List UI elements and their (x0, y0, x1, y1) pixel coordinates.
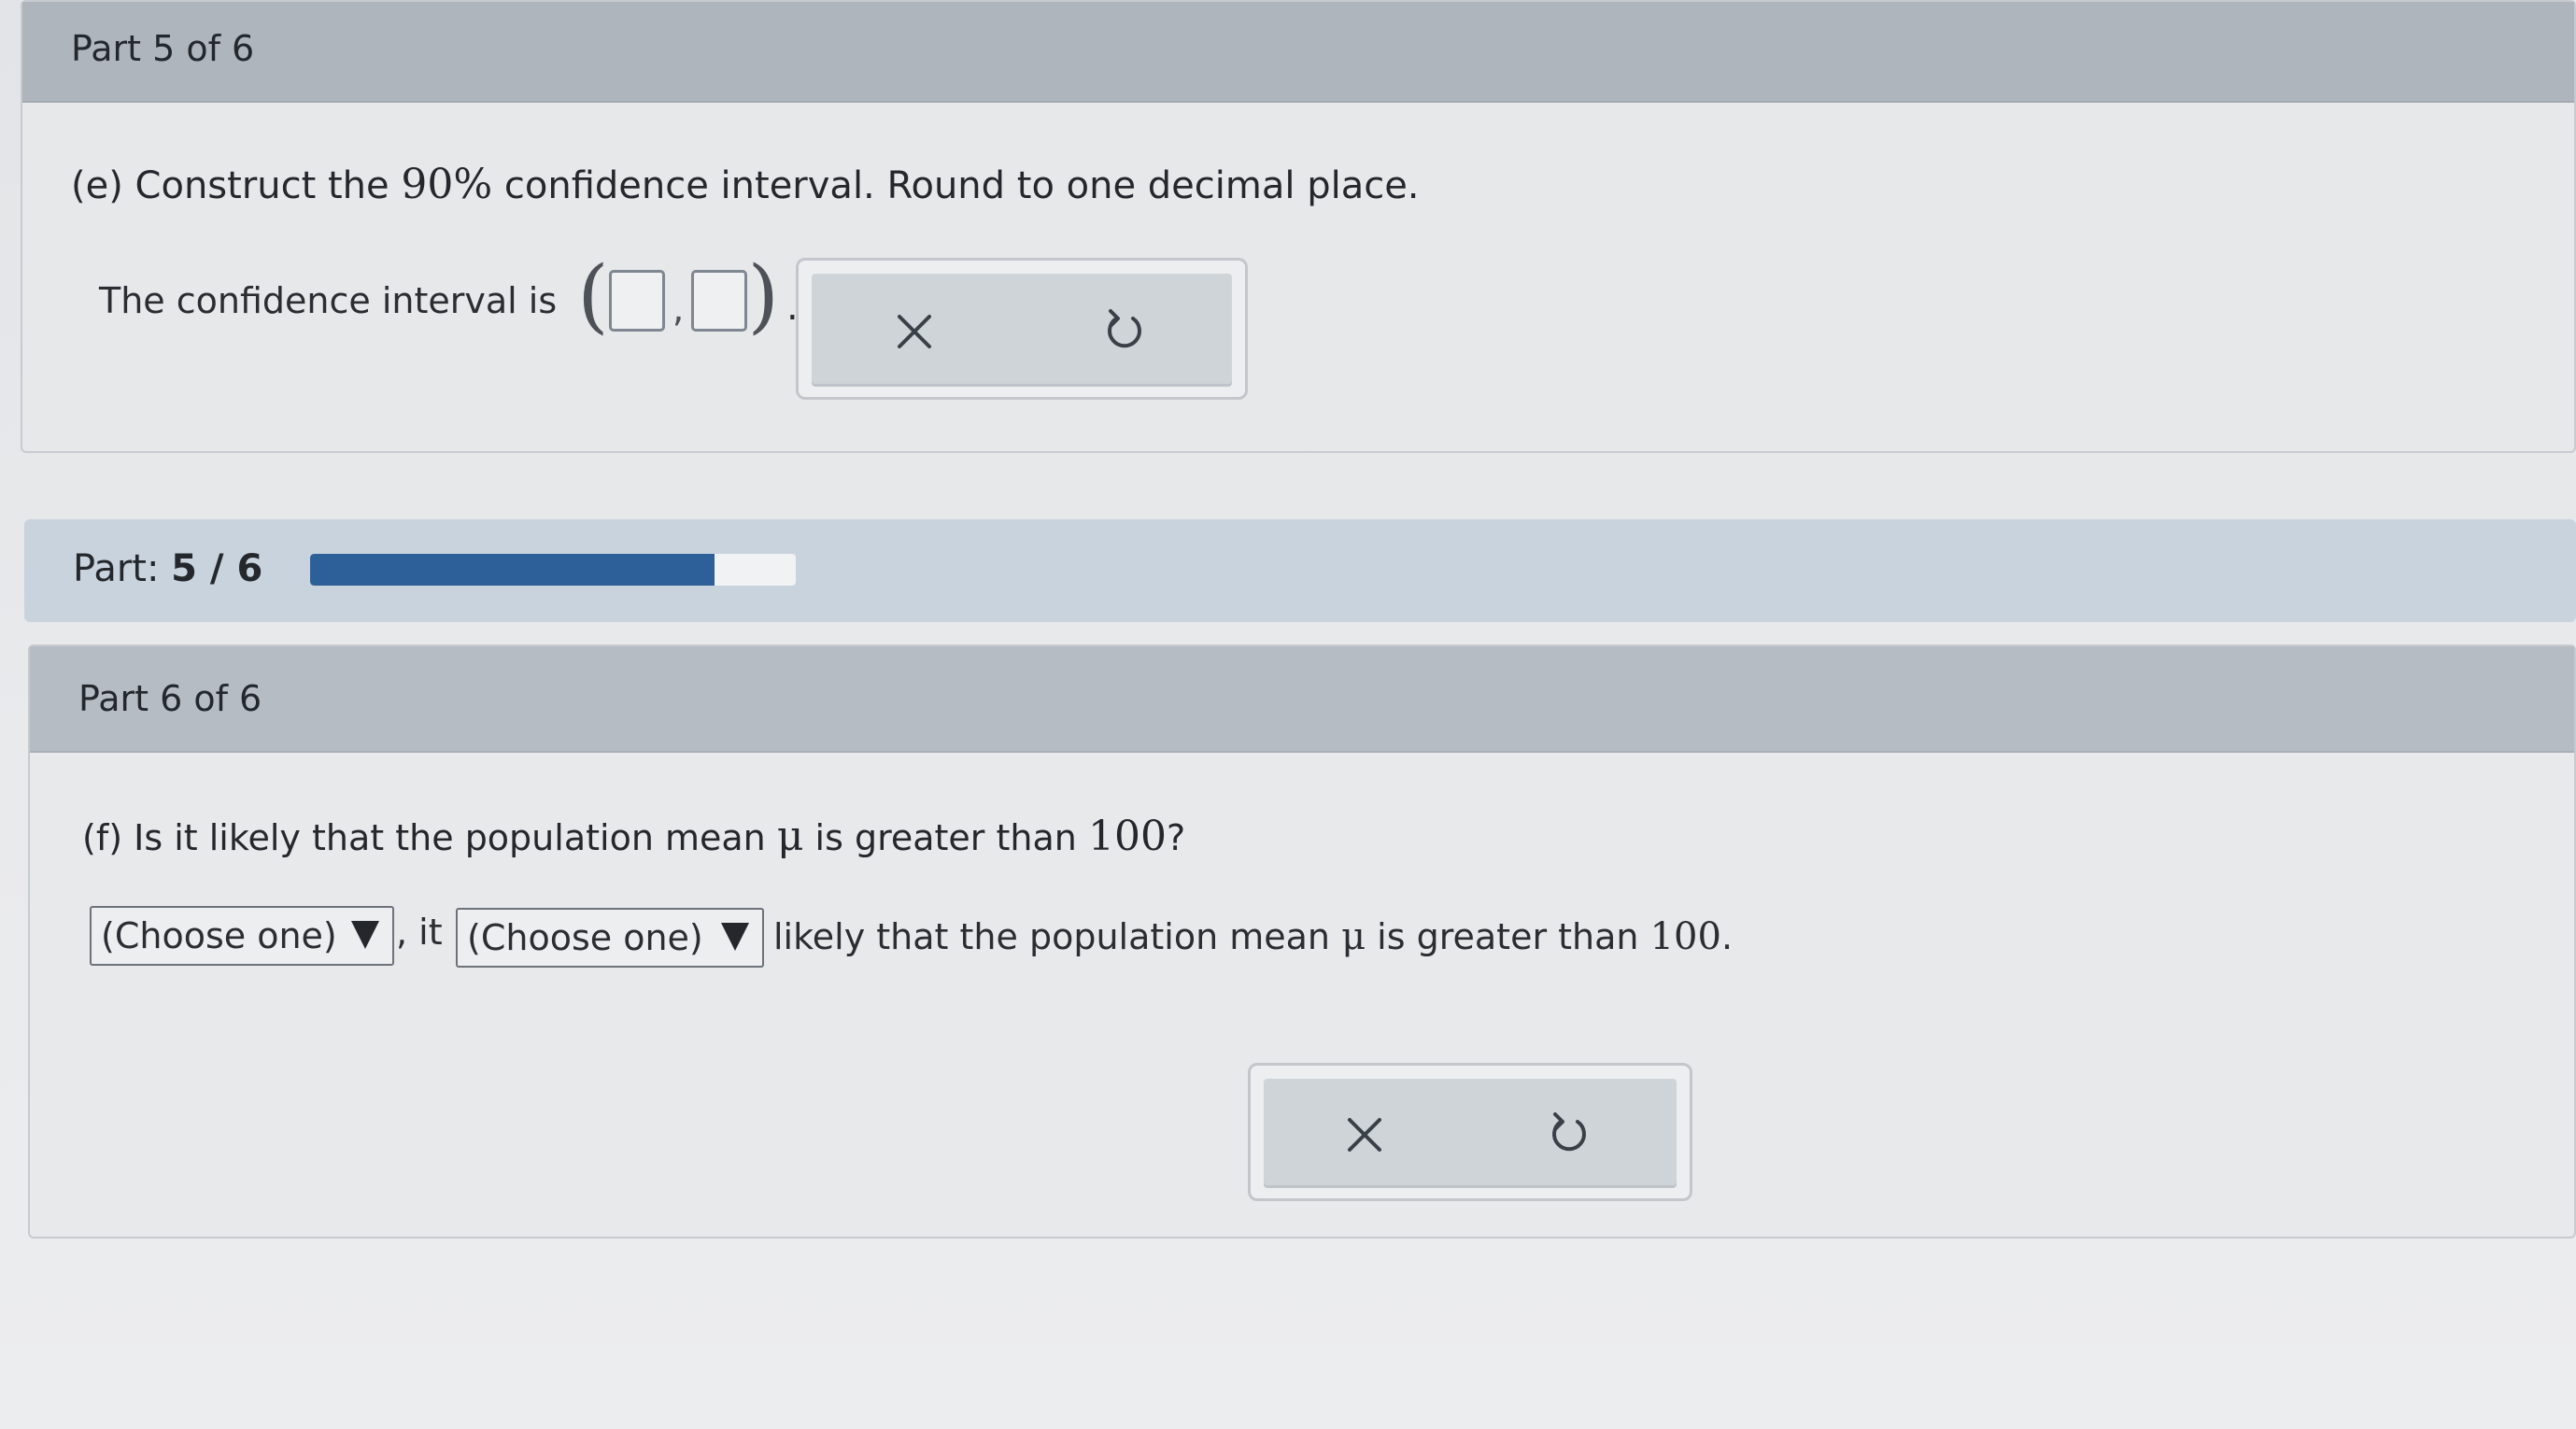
part6-question: (f) Is it likely that the population mea… (82, 813, 1185, 860)
part6-title: Part 6 of 6 (78, 678, 262, 719)
conclusion-mu: μ (1341, 915, 1366, 958)
connector-text: , it (396, 912, 443, 953)
progress-band: Part: 5 / 6 (24, 519, 2576, 622)
open-paren: ( (577, 249, 609, 343)
confidence-interval-label: The confidence interval is (99, 280, 558, 321)
progress-bar (310, 554, 796, 586)
likelihood-select-1-value: (Choose one) (101, 915, 337, 956)
part6-header: Part 6 of 6 (30, 646, 2574, 753)
likelihood-select-1[interactable]: (Choose one) (90, 906, 394, 966)
part5-action-panel (796, 258, 1248, 400)
progress-label: Part: 5 / 6 (73, 547, 262, 590)
likelihood-select-2-value: (Choose one) (467, 917, 703, 958)
part5-question-prefix: (e) Construct the (71, 164, 402, 207)
part5-question-percent: 90% (401, 161, 493, 208)
part5-card: Part 5 of 6 (e) Construct the 90% confid… (21, 0, 2576, 453)
part6-question-middle: is greater than (803, 817, 1088, 858)
close-icon (898, 315, 931, 348)
close-paren: ) (747, 249, 780, 343)
conclusion-number: 100 (1649, 915, 1721, 958)
conclusion-sentence: likely that the population mean μ is gre… (773, 915, 1733, 958)
likelihood-select-2[interactable]: (Choose one) (456, 908, 764, 968)
progress-value: 5 / 6 (171, 547, 263, 590)
clear-answer-button[interactable] (888, 305, 941, 358)
clear-answer-button[interactable] (1338, 1109, 1391, 1161)
part5-question: (e) Construct the 90% confidence interva… (71, 161, 1420, 208)
undo-button[interactable] (1544, 1109, 1596, 1161)
undo-icon (1552, 1112, 1586, 1152)
conclusion-suffix: . (1720, 916, 1734, 957)
part6-question-suffix: ? (1166, 817, 1186, 858)
part6-question-mu: μ (776, 813, 804, 860)
part6-question-prefix: (f) Is it likely that the population mea… (82, 817, 777, 858)
chevron-down-icon (351, 921, 379, 949)
interval-comma: , (672, 288, 685, 331)
undo-icon (1108, 309, 1141, 348)
chevron-down-icon (721, 923, 749, 951)
part6-action-bar (1264, 1079, 1677, 1185)
part5-header: Part 5 of 6 (22, 2, 2574, 103)
lower-bound-input[interactable] (608, 270, 665, 332)
undo-button[interactable] (1099, 305, 1152, 358)
page: Part 5 of 6 (e) Construct the 90% confid… (0, 0, 2576, 1429)
progress-label-text: Part: (73, 547, 160, 590)
close-icon (1348, 1118, 1381, 1152)
confidence-interval-line: The confidence interval is ( , ) . (99, 256, 799, 336)
part6-question-number: 100 (1087, 813, 1167, 860)
part5-question-suffix: confidence interval. Round to one decima… (492, 164, 1420, 207)
conclusion-middle: is greater than (1366, 916, 1650, 957)
progress-bar-fill (310, 554, 715, 586)
part5-action-bar (812, 274, 1232, 384)
part5-title: Part 5 of 6 (71, 28, 255, 69)
part6-card: Part 6 of 6 (f) Is it likely that the po… (28, 644, 2576, 1238)
upper-bound-input[interactable] (691, 270, 748, 332)
part6-action-panel (1248, 1063, 1692, 1201)
conclusion-prefix: likely that the population mean (773, 916, 1342, 957)
